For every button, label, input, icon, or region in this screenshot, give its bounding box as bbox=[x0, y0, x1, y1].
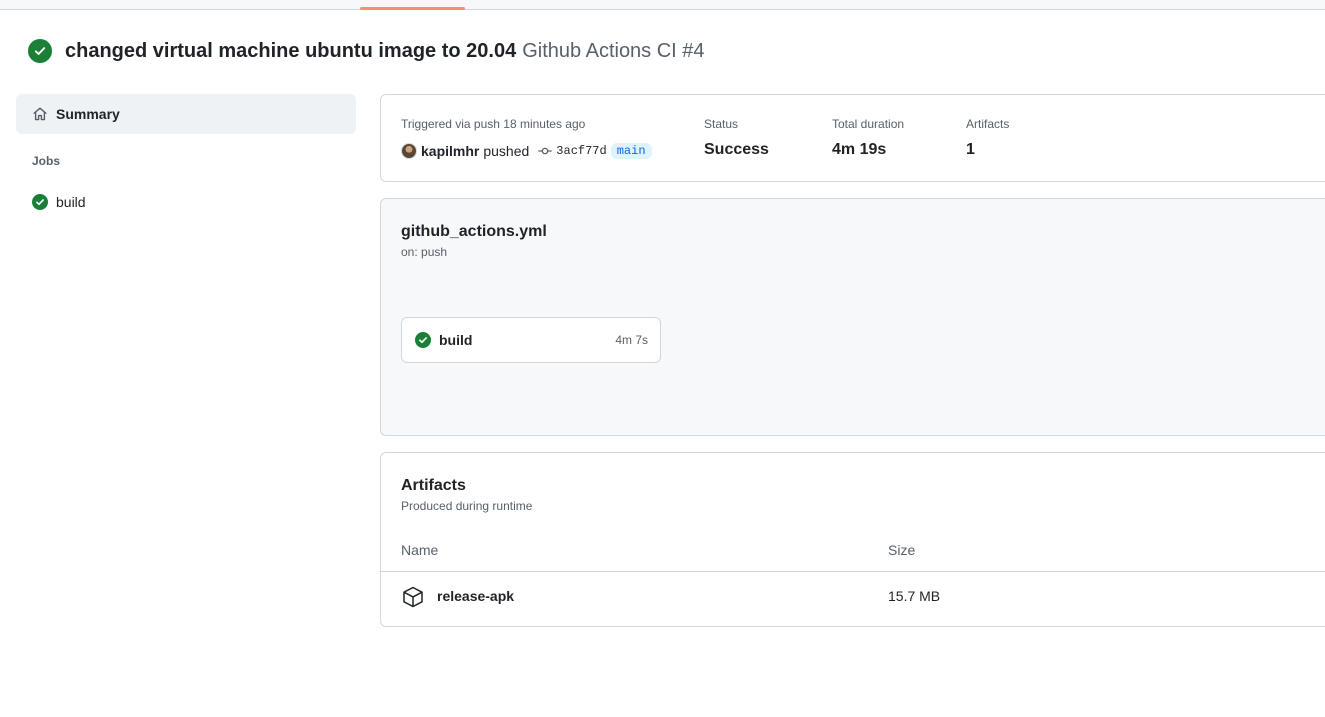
check-circle-icon bbox=[415, 332, 431, 348]
workflow-file-name[interactable]: github_actions.yml bbox=[401, 223, 547, 241]
artifacts-label: Artifacts bbox=[966, 117, 1010, 131]
sidebar-summary-link[interactable]: Summary bbox=[16, 94, 356, 134]
duration-label: Total duration bbox=[832, 117, 905, 131]
workflow-graph-card: github_actions.yml on: push build 4m 7s bbox=[380, 198, 1325, 436]
job-node-build[interactable]: build 4m 7s bbox=[401, 317, 661, 363]
run-title: changed virtual machine ubuntu image to … bbox=[65, 39, 517, 62]
artifacts-card: Artifacts Produced during runtime Name S… bbox=[380, 452, 1325, 627]
artifact-size: 15.7 MB bbox=[888, 588, 941, 604]
home-icon bbox=[32, 106, 48, 122]
sidebar-summary-label: Summary bbox=[56, 106, 120, 122]
run-summary-card: Triggered via push 18 minutes ago kapilm… bbox=[380, 94, 1325, 182]
artifact-name-link[interactable]: release-apk bbox=[437, 588, 514, 604]
table-divider bbox=[381, 571, 1325, 572]
sidebar-jobs-heading: Jobs bbox=[32, 154, 61, 168]
avatar[interactable] bbox=[401, 143, 417, 159]
git-commit-icon bbox=[538, 144, 553, 158]
column-header-name: Name bbox=[401, 542, 439, 558]
artifacts-title: Artifacts bbox=[401, 477, 466, 494]
status-label: Status bbox=[704, 117, 739, 131]
commit-sha-link[interactable]: 3acf77d bbox=[556, 144, 606, 158]
top-nav-bar bbox=[0, 0, 1325, 10]
check-circle-icon bbox=[28, 39, 52, 63]
duration-value: 4m 19s bbox=[832, 141, 887, 158]
column-header-size: Size bbox=[888, 542, 916, 558]
branch-label[interactable]: main bbox=[610, 143, 652, 159]
status-value: Success bbox=[704, 141, 769, 158]
action-text: pushed bbox=[483, 143, 530, 159]
active-tab-indicator bbox=[360, 7, 465, 10]
trigger-details: kapilmhr pushed 3acf77d main bbox=[401, 142, 652, 160]
sidebar-item-build[interactable]: build bbox=[32, 192, 86, 212]
artifacts-count[interactable]: 1 bbox=[966, 141, 975, 159]
actor-link[interactable]: kapilmhr bbox=[421, 143, 479, 159]
workflow-trigger: on: push bbox=[401, 245, 448, 259]
job-node-name: build bbox=[439, 332, 473, 348]
workflow-run-ref[interactable]: Github Actions CI #4 bbox=[522, 40, 704, 63]
artifacts-subtitle: Produced during runtime bbox=[401, 499, 533, 513]
job-node-duration: 4m 7s bbox=[615, 333, 648, 347]
run-header: changed virtual machine ubuntu image to … bbox=[28, 36, 705, 66]
check-circle-icon bbox=[32, 194, 48, 210]
package-icon bbox=[401, 585, 425, 614]
sidebar-job-label: build bbox=[56, 194, 86, 210]
table-row[interactable]: release-apk 15.7 MB bbox=[401, 585, 1301, 609]
trigger-text: Triggered via push 18 minutes ago bbox=[401, 117, 586, 131]
